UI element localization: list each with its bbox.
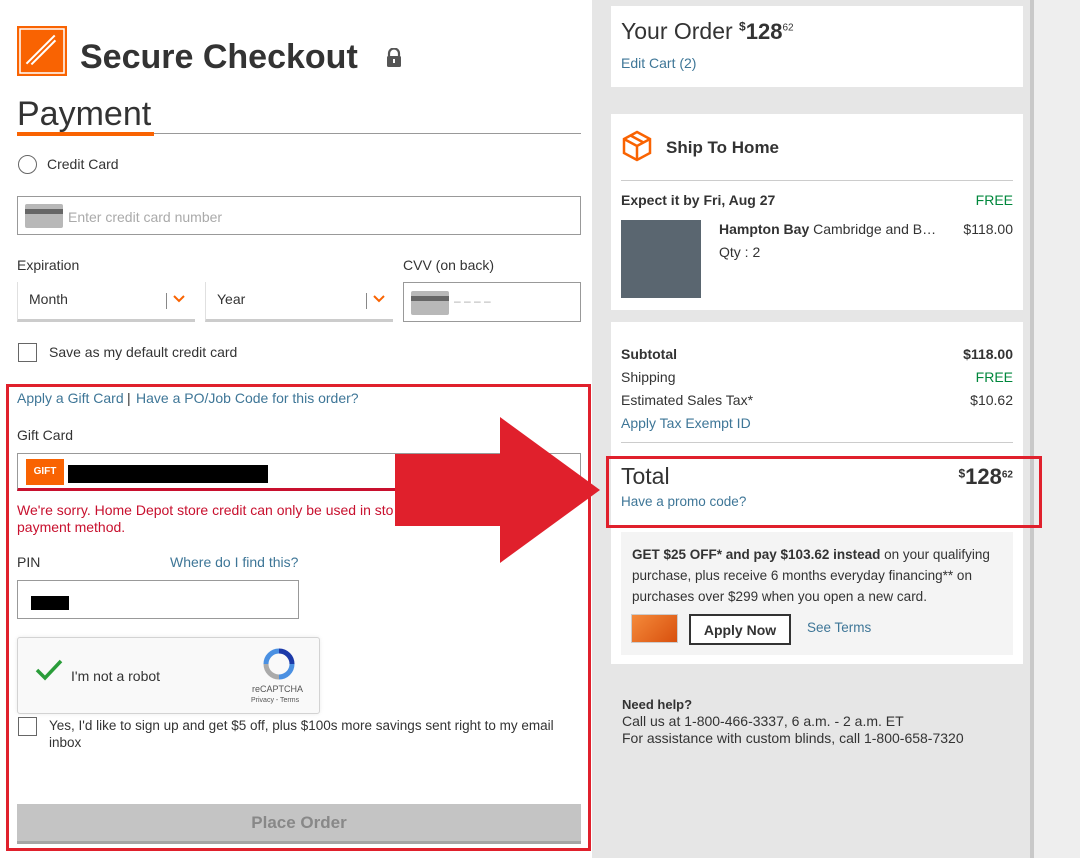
help-phone-line: Call us at 1-800-466-3337, 6 a.m. - 2 a.… xyxy=(622,713,904,729)
year-select[interactable]: Year xyxy=(205,282,393,322)
home-depot-logo xyxy=(17,26,67,76)
ship-to-home-title: Ship To Home xyxy=(666,138,780,157)
po-job-code-link[interactable]: Have a PO/Job Code for this order? xyxy=(136,390,359,406)
gift-card-icon: GIFT xyxy=(26,459,64,485)
gift-card-error-line2: payment method. xyxy=(17,519,126,535)
delivery-estimate: Expect it by Fri, Aug 27 xyxy=(621,192,776,208)
subtotal-label: Subtotal xyxy=(621,346,677,362)
year-value: Year xyxy=(217,291,246,307)
your-order-card: Your Order $12862 Edit Cart (2) xyxy=(611,6,1023,87)
recaptcha-logo-icon xyxy=(262,648,296,685)
recaptcha-links[interactable]: Privacy - Terms xyxy=(251,697,299,704)
product-title[interactable]: Hampton Bay Cambridge and B… xyxy=(719,221,944,237)
edit-cart-link[interactable]: Edit Cart (2) xyxy=(621,55,696,71)
month-select[interactable]: Month xyxy=(17,282,195,322)
product-price: $118.00 xyxy=(963,221,1013,237)
product-brand: Hampton Bay xyxy=(719,221,810,237)
cvv-label: CVV (on back) xyxy=(403,257,495,273)
card-number-placeholder: Enter credit card number xyxy=(68,209,223,225)
cvv-placeholder: – – – – xyxy=(454,294,491,308)
email-signup-label-line2: inbox xyxy=(49,735,82,750)
cvv-input[interactable]: – – – – xyxy=(403,282,581,322)
card-number-input[interactable]: Enter credit card number xyxy=(17,196,581,235)
subtotal-value: $118.00 xyxy=(963,346,1013,362)
lock-icon xyxy=(386,47,402,73)
section-accent-bar xyxy=(17,132,154,136)
box-icon xyxy=(621,130,653,167)
credit-card-promo: GET $25 OFF* and pay $103.62 instead on … xyxy=(621,532,1013,655)
section-title-payment: Payment xyxy=(17,95,152,133)
ship-to-home-card: Ship To Home Expect it by Fri, Aug 27 FR… xyxy=(611,114,1023,310)
promo-text-bold: GET $25 OFF* and pay $103.62 instead xyxy=(632,547,881,562)
see-terms-link[interactable]: See Terms xyxy=(807,620,871,635)
default-card-label: Save as my default credit card xyxy=(49,344,238,360)
home-depot-card-image xyxy=(631,614,678,643)
window-edge xyxy=(1030,0,1080,858)
tax-value: $10.62 xyxy=(970,392,1013,408)
select-separator xyxy=(366,293,367,309)
credit-card-label: Credit Card xyxy=(47,156,119,172)
gift-card-label: Gift Card xyxy=(17,427,74,443)
default-card-checkbox[interactable] xyxy=(18,343,37,362)
order-total-dollars: 128 xyxy=(745,19,783,44)
shipping-fee: FREE xyxy=(975,192,1013,208)
credit-card-radio[interactable] xyxy=(18,155,37,174)
recaptcha-label: I'm not a robot xyxy=(71,668,161,684)
chevron-down-icon xyxy=(373,292,385,307)
email-signup-label-line1: Yes, I'd like to sign up and get $5 off,… xyxy=(49,718,554,733)
tax-label: Estimated Sales Tax* xyxy=(621,392,754,408)
link-separator: | xyxy=(127,390,131,406)
promo-text-line2: purchase, plus receive 6 months everyday… xyxy=(632,568,972,583)
tax-exempt-link[interactable]: Apply Tax Exempt ID xyxy=(621,415,751,431)
help-blinds-line: For assistance with custom blinds, call … xyxy=(622,730,964,746)
redacted-gift-card-number xyxy=(68,465,268,483)
pin-input[interactable] xyxy=(17,580,299,619)
shipping-value: FREE xyxy=(975,369,1013,385)
promo-text: GET $25 OFF* and pay $103.62 instead on … xyxy=(632,544,1007,607)
your-order-title: Your Order $12862 xyxy=(621,18,794,45)
shipping-label: Shipping xyxy=(621,369,676,385)
month-value: Month xyxy=(29,291,68,307)
select-separator xyxy=(166,293,167,309)
promo-text-line3: purchases over $299 when you open a new … xyxy=(632,589,927,604)
divider xyxy=(621,442,1013,443)
cvv-card-icon xyxy=(411,291,449,315)
need-help-title: Need help? xyxy=(622,697,693,712)
email-signup-checkbox[interactable] xyxy=(18,717,37,736)
gift-card-error-line1: We're sorry. Home Depot store credit can… xyxy=(17,502,394,518)
checkmark-icon[interactable] xyxy=(34,658,64,687)
product-qty: Qty : 2 xyxy=(719,244,761,260)
chevron-down-icon xyxy=(173,292,185,307)
order-total-cents: 62 xyxy=(782,22,794,34)
recaptcha-widget: I'm not a robot reCAPTCHA Privacy - Term… xyxy=(17,637,320,714)
annotation-total-highlight xyxy=(606,456,1042,528)
page-title: Secure Checkout xyxy=(80,38,358,76)
apply-gift-card-link[interactable]: Apply a Gift Card xyxy=(17,390,124,406)
place-order-button[interactable]: Place Order xyxy=(17,804,581,844)
promo-text-rest: on your qualifying xyxy=(880,547,990,562)
expiration-label: Expiration xyxy=(17,257,80,273)
credit-card-icon xyxy=(25,204,63,228)
product-name: Cambridge and B… xyxy=(813,221,937,237)
product-image[interactable] xyxy=(621,220,701,298)
divider xyxy=(621,180,1013,181)
pin-label: PIN xyxy=(17,554,41,570)
where-find-pin-link[interactable]: Where do I find this? xyxy=(170,554,298,570)
order-total-currency: $ xyxy=(739,19,746,34)
recaptcha-brand: reCAPTCHA xyxy=(252,684,304,694)
redacted-pin xyxy=(31,596,69,610)
your-order-label: Your Order xyxy=(621,18,733,44)
annotation-arrow-icon xyxy=(395,417,605,568)
apply-now-button[interactable]: Apply Now xyxy=(689,614,791,645)
